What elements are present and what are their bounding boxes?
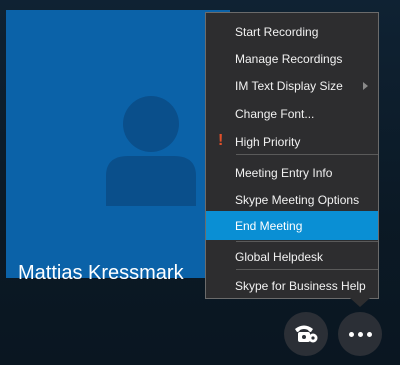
- call-controls-button[interactable]: [284, 312, 328, 356]
- menu-item-skype-for-business-help[interactable]: Skype for Business Help: [206, 271, 378, 300]
- menu-item-label: Meeting Entry Info: [235, 165, 333, 180]
- menu-pointer: [350, 298, 370, 307]
- menu-item-label: Manage Recordings: [235, 51, 343, 66]
- more-options-button[interactable]: [338, 312, 382, 356]
- menu-item-change-font[interactable]: Change Font...: [206, 99, 378, 128]
- more-options-icon: [348, 331, 372, 337]
- menu-item-label: IM Text Display Size: [235, 78, 343, 93]
- menu-item-skype-meeting-options[interactable]: Skype Meeting Options: [206, 185, 378, 214]
- menu-item-global-helpdesk[interactable]: Global Helpdesk: [206, 242, 378, 271]
- person-silhouette-icon: [106, 96, 196, 206]
- menu-item-end-meeting[interactable]: End Meeting: [206, 211, 378, 240]
- menu-item-label: Global Helpdesk: [235, 249, 324, 264]
- menu-item-manage-recordings[interactable]: Manage Recordings: [206, 44, 378, 73]
- meeting-stage: Mattias Kressmark Start Recording Manage…: [0, 0, 400, 365]
- menu-item-high-priority[interactable]: ! High Priority: [206, 127, 378, 156]
- participant-name: Mattias Kressmark: [18, 262, 184, 284]
- menu-separator: [236, 154, 378, 155]
- more-options-menu: Start Recording Manage Recordings IM Tex…: [205, 12, 379, 299]
- menu-item-label: Skype for Business Help: [235, 278, 366, 293]
- menu-item-label: Start Recording: [235, 24, 319, 39]
- menu-item-meeting-entry-info[interactable]: Meeting Entry Info: [206, 158, 378, 187]
- menu-separator: [236, 269, 378, 270]
- menu-item-start-recording[interactable]: Start Recording: [206, 17, 378, 46]
- phone-settings-icon: [295, 325, 318, 343]
- exclamation-icon: !: [218, 132, 224, 149]
- menu-item-label: Skype Meeting Options: [235, 192, 360, 207]
- menu-item-im-text-display-size[interactable]: IM Text Display Size: [206, 71, 378, 100]
- menu-item-label: End Meeting: [235, 218, 303, 233]
- participant-video-tile[interactable]: Mattias Kressmark: [6, 10, 230, 284]
- chevron-right-icon: [363, 82, 368, 90]
- menu-item-label: High Priority: [235, 134, 301, 149]
- menu-item-label: Change Font...: [235, 106, 315, 121]
